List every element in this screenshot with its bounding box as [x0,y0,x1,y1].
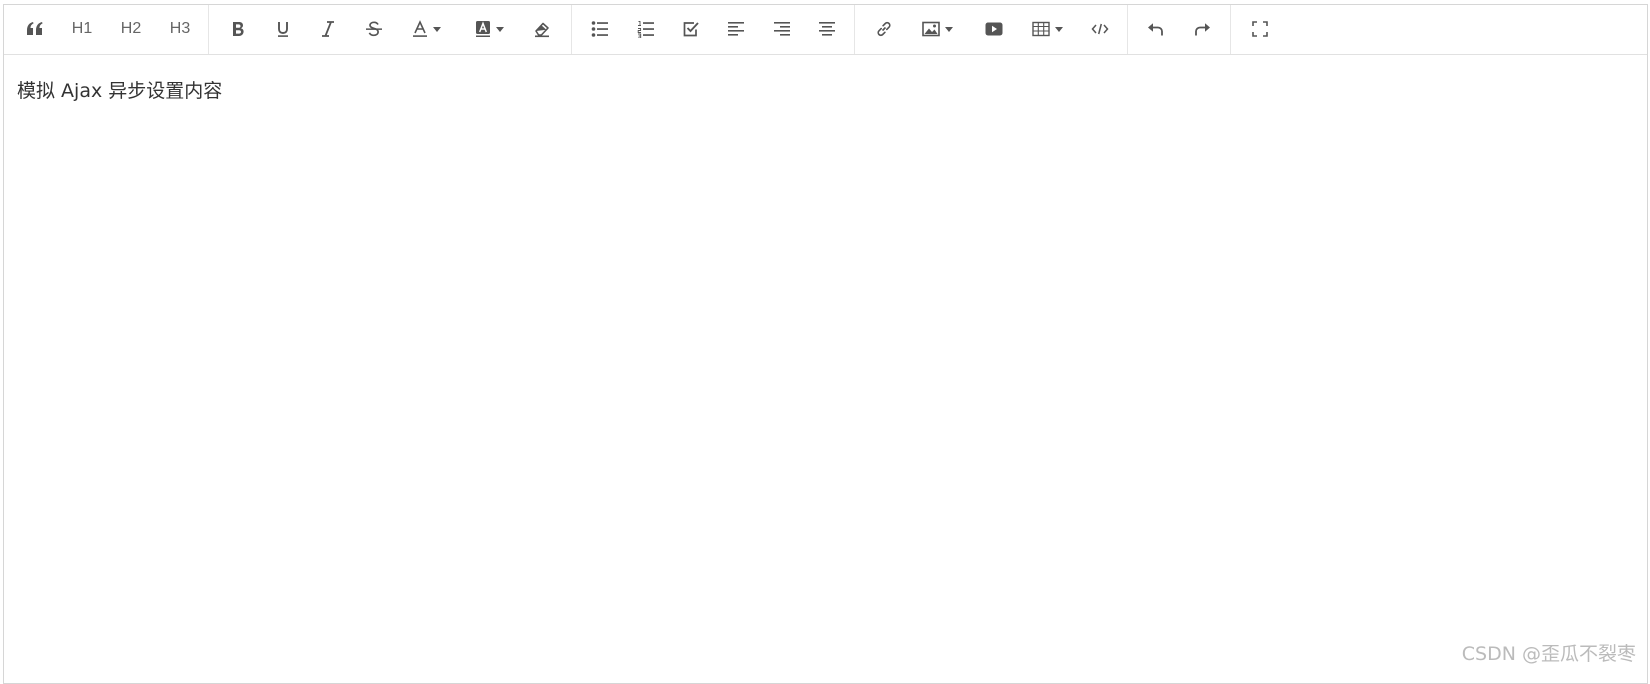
heading-3-button[interactable]: H3 [164,14,196,44]
link-button[interactable] [869,14,899,44]
toolbar-separator [1230,5,1231,54]
toolbar-separator [854,5,855,54]
code-button[interactable] [1085,14,1115,44]
strikethrough-button[interactable] [359,14,389,44]
undo-icon [1147,20,1165,38]
fullscreen-button[interactable] [1245,14,1275,44]
numbered-list-icon [637,20,655,38]
italic-button[interactable] [313,14,343,44]
code-icon [1091,22,1109,36]
font-color-button[interactable] [401,14,451,44]
align-right-button[interactable] [767,14,797,44]
fullscreen-icon [1252,21,1268,37]
table-button[interactable] [1021,14,1073,44]
numbered-list-button[interactable] [631,14,661,44]
align-center-button[interactable] [812,14,842,44]
background-color-icon [475,20,491,38]
underline-icon [275,20,291,38]
image-button[interactable] [916,14,958,44]
heading-3-label: H3 [169,20,191,37]
todo-icon [682,20,700,38]
toolbar-separator [1127,5,1128,54]
rich-text-editor: H1 H2 H3 模拟 Ajax 异步设置内容 [3,4,1648,684]
bulleted-list-icon [591,20,609,38]
align-left-button[interactable] [721,14,751,44]
quote-icon [26,21,44,37]
chevron-down-icon [944,26,953,32]
heading-1-label: H1 [71,20,93,37]
todo-button[interactable] [676,14,706,44]
clear-format-button[interactable] [527,14,557,44]
bulleted-list-button[interactable] [585,14,615,44]
video-button[interactable] [979,14,1009,44]
chevron-down-icon [1054,26,1063,32]
toolbar-separator [208,5,209,54]
toolbar-separator [571,5,572,54]
underline-button[interactable] [268,14,298,44]
watermark: CSDN @歪瓜不裂枣 [1461,643,1636,665]
heading-2-button[interactable]: H2 [115,14,147,44]
heading-2-label: H2 [120,20,142,37]
undo-button[interactable] [1141,14,1171,44]
strikethrough-icon [365,20,383,38]
align-right-icon [773,20,791,38]
align-center-icon [818,20,836,38]
background-color-button[interactable] [464,14,514,44]
italic-icon [320,20,336,38]
link-icon [875,20,893,38]
bold-button[interactable] [223,14,253,44]
editor-content[interactable]: 模拟 Ajax 异步设置内容 [17,76,222,103]
redo-icon [1193,20,1211,38]
chevron-down-icon [495,26,504,32]
editor-toolbar: H1 H2 H3 [4,5,1647,55]
quote-button[interactable] [20,14,50,44]
eraser-icon [533,20,551,38]
align-left-icon [727,20,745,38]
video-icon [985,22,1003,36]
chevron-down-icon [432,26,441,32]
bold-icon [230,20,246,38]
redo-button[interactable] [1187,14,1217,44]
heading-1-button[interactable]: H1 [66,14,98,44]
font-color-icon [412,20,428,38]
image-icon [921,21,940,37]
table-icon [1031,21,1050,37]
